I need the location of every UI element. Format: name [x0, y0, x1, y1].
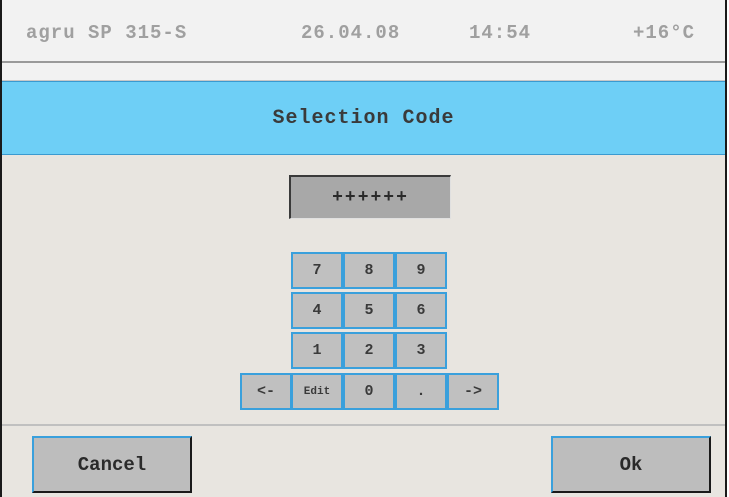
status-time: 14:54	[469, 22, 532, 44]
key-5[interactable]: 5	[343, 292, 395, 329]
backspace-key[interactable]: <-	[240, 373, 292, 410]
key-0[interactable]: 0	[343, 373, 395, 410]
cancel-button[interactable]: Cancel	[32, 436, 192, 493]
key-dot[interactable]: .	[395, 373, 447, 410]
key-9[interactable]: 9	[395, 252, 447, 289]
key-7[interactable]: 7	[291, 252, 343, 289]
code-input[interactable]: ++++++	[289, 175, 451, 219]
bottom-divider	[2, 424, 725, 426]
ok-button[interactable]: Ok	[551, 436, 711, 493]
device-name: agru SP 315-S	[26, 22, 188, 44]
key-1[interactable]: 1	[291, 332, 343, 369]
status-date: 26.04.08	[301, 22, 401, 44]
cursor-right-key[interactable]: ->	[447, 373, 499, 410]
edit-key[interactable]: Edit	[291, 373, 343, 410]
key-2[interactable]: 2	[343, 332, 395, 369]
status-temperature: +16°C	[633, 22, 696, 44]
key-6[interactable]: 6	[395, 292, 447, 329]
key-3[interactable]: 3	[395, 332, 447, 369]
status-bar: agru SP 315-S 26.04.08 14:54 +16°C	[2, 0, 725, 63]
status-separator	[2, 63, 725, 81]
page-title: Selection Code	[2, 81, 725, 155]
key-4[interactable]: 4	[291, 292, 343, 329]
key-8[interactable]: 8	[343, 252, 395, 289]
